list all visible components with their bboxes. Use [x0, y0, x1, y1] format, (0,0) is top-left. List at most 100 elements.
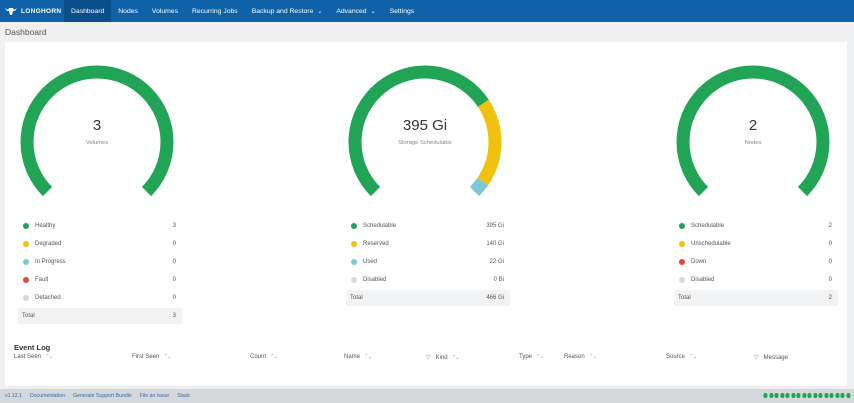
connection-status-indicator	[763, 393, 850, 398]
legend-value: 395 Gi	[486, 223, 504, 229]
legend-label: Healthy	[35, 223, 56, 229]
column-label: Count	[250, 354, 267, 360]
column-type[interactable]: Type ⌃⌄	[519, 354, 544, 360]
legend-value: 0	[172, 259, 176, 265]
sort-icon: ⌃⌄	[689, 354, 697, 360]
column-count[interactable]: Count ⌃⌄	[250, 354, 278, 360]
storage-legend: Schedulable 395 Gi Reserved 140 Gi Used 22 …	[346, 217, 510, 306]
total-value: 466 Gi	[486, 295, 504, 301]
status-dot-icon	[818, 393, 823, 398]
legend-row-reserved[interactable]: Reserved 140 Gi	[346, 235, 510, 253]
column-label: Message	[763, 354, 788, 361]
sort-icon: ⌃⌄	[536, 354, 544, 360]
total-label: Total	[22, 313, 35, 319]
status-dot-icon	[774, 393, 779, 398]
event-log-title: Event Log	[14, 343, 51, 352]
column-label: Name	[344, 354, 361, 360]
column-last-seen[interactable]: Last Seen ⌃⌄	[14, 354, 53, 360]
legend-row-detached[interactable]: Detached 0	[18, 289, 182, 307]
nav-nodes[interactable]: Nodes	[111, 0, 145, 22]
sort-icon: ⌃⌄	[451, 354, 460, 361]
nav-settings[interactable]: Settings	[383, 0, 422, 22]
legend-value: 0	[828, 241, 832, 247]
file-issue-link[interactable]: File an Issue	[140, 393, 169, 399]
nodes-gauge[interactable]: 2 Nodes	[672, 58, 834, 198]
nodes-label: Nodes	[744, 140, 762, 146]
status-dot-icon	[834, 393, 839, 398]
status-dot-icon	[351, 241, 357, 247]
legend-label: Disabled	[363, 277, 387, 283]
footer-bar: v1.12.1 Documentation Generate Support B…	[0, 389, 854, 403]
volumes-legend: Healthy 3 Degraded 0 In Progress 0 Fault 0 D…	[18, 217, 182, 324]
status-dot-icon	[845, 393, 850, 398]
column-first-seen[interactable]: First Seen ⌃⌄	[132, 354, 172, 360]
documentation-link[interactable]: Documentation	[30, 393, 65, 399]
version-link[interactable]: v1.12.1	[5, 393, 22, 399]
column-kind[interactable]: ▽ Kind ⌃⌄	[426, 354, 460, 362]
chevron-down-icon: ⌄	[317, 8, 323, 15]
volumes-gauge[interactable]: 3 Volumes	[16, 58, 178, 198]
legend-label: Reserved	[363, 241, 389, 247]
top-navigation-bar: LONGHORN Dashboard Nodes Volumes Recurri…	[0, 0, 854, 22]
legend-row-unschedulable[interactable]: Unschedulable 0	[674, 235, 838, 253]
longhorn-logo[interactable]: LONGHORN	[0, 0, 64, 22]
status-dot-icon	[823, 393, 828, 398]
legend-total: Total 2	[674, 290, 838, 306]
storage-gauge[interactable]: 395 Gi Storage Schedulable	[344, 58, 506, 198]
total-value: 3	[172, 313, 176, 319]
column-label: Reason	[564, 354, 585, 360]
column-message[interactable]: ▽ Message	[754, 354, 788, 362]
sort-icon: ⌃⌄	[270, 354, 278, 360]
legend-row-healthy[interactable]: Healthy 3	[18, 217, 182, 235]
legend-row-in-progress[interactable]: In Progress 0	[18, 253, 182, 271]
status-dot-icon	[351, 223, 357, 229]
status-dot-icon	[812, 393, 817, 398]
status-dot-icon	[779, 393, 784, 398]
column-name[interactable]: Name ⌃⌄	[344, 354, 372, 360]
column-source[interactable]: Source ⌃⌄	[666, 354, 697, 360]
status-dot-icon	[829, 393, 834, 398]
status-dot-icon	[807, 393, 812, 398]
status-dot-icon	[679, 223, 685, 229]
status-dot-icon	[763, 393, 768, 398]
logo-text: LONGHORN	[21, 7, 62, 15]
status-dot-icon	[23, 241, 29, 247]
legend-value: 3	[172, 223, 176, 229]
legend-row-down[interactable]: Down 0	[674, 253, 838, 271]
volumes-label: Volumes	[85, 140, 109, 146]
legend-row-disabled[interactable]: Disabled 0	[674, 271, 838, 289]
legend-label: Unschedulable	[691, 241, 731, 247]
column-label: First Seen	[132, 354, 160, 360]
filter-icon[interactable]: ▽	[754, 354, 759, 361]
status-dot-icon	[679, 241, 685, 247]
nav-volumes[interactable]: Volumes	[145, 0, 185, 22]
total-label: Total	[350, 295, 363, 301]
nav-advanced[interactable]: Advanced ⌄	[329, 0, 382, 22]
column-reason[interactable]: Reason ⌃⌄	[564, 354, 597, 360]
legend-row-disabled[interactable]: Disabled 0 Bi	[346, 271, 510, 289]
nav-recurring-jobs[interactable]: Recurring Jobs	[185, 0, 245, 22]
legend-label: Degraded	[35, 241, 62, 247]
status-dot-icon	[679, 277, 685, 283]
legend-label: Fault	[35, 277, 49, 283]
legend-label: Schedulable	[363, 223, 397, 229]
status-dot-icon	[790, 393, 795, 398]
legend-row-used[interactable]: Used 22 Gi	[346, 253, 510, 271]
sort-icon: ⌃⌄	[163, 354, 171, 360]
legend-label: Down	[691, 259, 707, 265]
nav-backup-restore-label: Backup and Restore	[251, 7, 314, 15]
status-dot-icon	[679, 259, 685, 265]
legend-row-schedulable[interactable]: Schedulable 2	[674, 217, 838, 235]
legend-row-fault[interactable]: Fault 0	[18, 271, 182, 289]
nav-advanced-label: Advanced	[336, 7, 367, 15]
legend-row-schedulable[interactable]: Schedulable 395 Gi	[346, 217, 510, 235]
total-value: 2	[828, 295, 832, 301]
filter-icon[interactable]: ▽	[426, 354, 431, 361]
dashboard-panel: 3 Volumes 395 Gi Storage Schedulable 2 N…	[5, 42, 847, 386]
legend-row-degraded[interactable]: Degraded 0	[18, 235, 182, 253]
nav-dashboard[interactable]: Dashboard	[64, 0, 112, 22]
nav-backup-restore[interactable]: Backup and Restore ⌄	[245, 0, 330, 22]
legend-value: 0	[172, 241, 176, 247]
support-bundle-link[interactable]: Generate Support Bundle	[73, 393, 132, 399]
slack-link[interactable]: Slack	[177, 393, 190, 399]
